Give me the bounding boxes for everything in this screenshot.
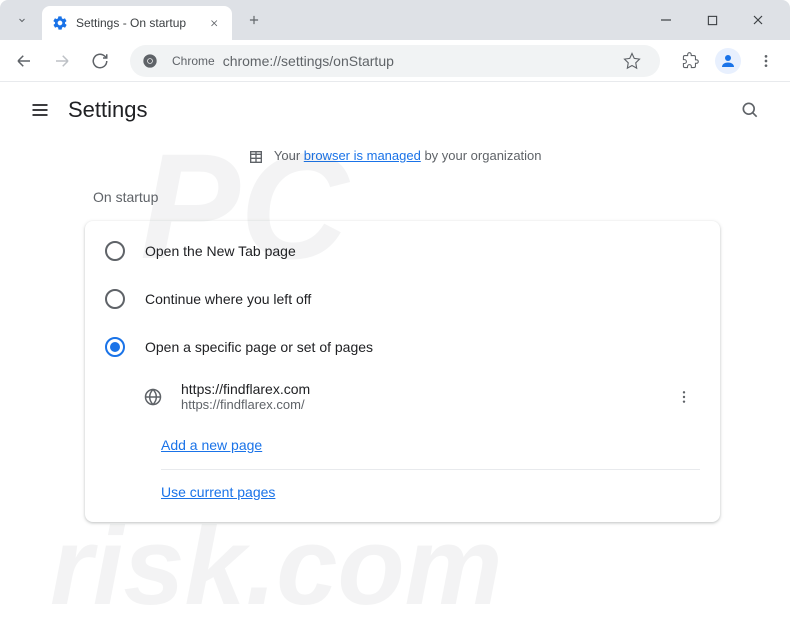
new-tab-button[interactable]: [240, 6, 268, 34]
managed-prefix: Your: [274, 148, 304, 163]
managed-banner: Your browser is managed by your organiza…: [0, 138, 790, 179]
omnibox-url: chrome://settings/onStartup: [223, 53, 616, 69]
add-page-link[interactable]: Add a new page: [161, 437, 262, 453]
startup-page-row: https://findflarex.com https://findflare…: [85, 371, 720, 423]
search-icon[interactable]: [730, 90, 770, 130]
use-current-row: Use current pages: [85, 470, 720, 516]
more-icon[interactable]: [668, 381, 700, 413]
avatar-icon: [715, 48, 741, 74]
chrome-icon: [142, 53, 158, 69]
forward-button[interactable]: [46, 45, 78, 77]
page-title-text: https://findflarex.com: [181, 381, 668, 397]
option-label: Continue where you left off: [145, 291, 311, 307]
window-controls: [652, 6, 782, 34]
page-info: https://findflarex.com https://findflare…: [181, 381, 668, 412]
option-specific[interactable]: Open a specific page or set of pages: [85, 323, 720, 371]
radio-icon: [105, 337, 125, 357]
tabs-dropdown-button[interactable]: [8, 6, 36, 34]
reload-button[interactable]: [84, 45, 116, 77]
building-icon: [248, 149, 264, 165]
menu-icon[interactable]: [750, 45, 782, 77]
option-label: Open a specific page or set of pages: [145, 339, 373, 355]
tab-title: Settings - On startup: [76, 16, 206, 30]
browser-toolbar: Chrome chrome://settings/onStartup: [0, 40, 790, 82]
section-title: On startup: [93, 189, 720, 205]
settings-header: Settings: [0, 82, 790, 138]
close-icon[interactable]: [206, 15, 222, 31]
content: On startup Open the New Tab page Continu…: [0, 189, 790, 522]
managed-suffix: by your organization: [421, 148, 542, 163]
back-button[interactable]: [8, 45, 40, 77]
option-label: Open the New Tab page: [145, 243, 296, 259]
titlebar: Settings - On startup: [0, 0, 790, 40]
minimize-button[interactable]: [652, 6, 680, 34]
option-new-tab[interactable]: Open the New Tab page: [85, 227, 720, 275]
radio-icon: [105, 241, 125, 261]
startup-card: Open the New Tab page Continue where you…: [85, 221, 720, 522]
extensions-icon[interactable]: [674, 45, 706, 77]
radio-icon: [105, 289, 125, 309]
page-url-text: https://findflarex.com/: [181, 397, 668, 412]
gear-icon: [52, 15, 68, 31]
profile-button[interactable]: [712, 45, 744, 77]
use-current-link[interactable]: Use current pages: [161, 484, 275, 500]
star-icon[interactable]: [616, 45, 648, 77]
page-title: Settings: [68, 97, 148, 123]
hamburger-icon[interactable]: [20, 90, 60, 130]
address-bar[interactable]: Chrome chrome://settings/onStartup: [130, 45, 660, 77]
globe-icon: [143, 387, 163, 407]
managed-link[interactable]: browser is managed: [304, 148, 421, 163]
omnibox-chrome-label: Chrome: [172, 54, 215, 68]
close-button[interactable]: [744, 6, 772, 34]
option-continue[interactable]: Continue where you left off: [85, 275, 720, 323]
maximize-button[interactable]: [698, 6, 726, 34]
add-page-row: Add a new page: [85, 423, 720, 469]
browser-tab[interactable]: Settings - On startup: [42, 6, 232, 40]
